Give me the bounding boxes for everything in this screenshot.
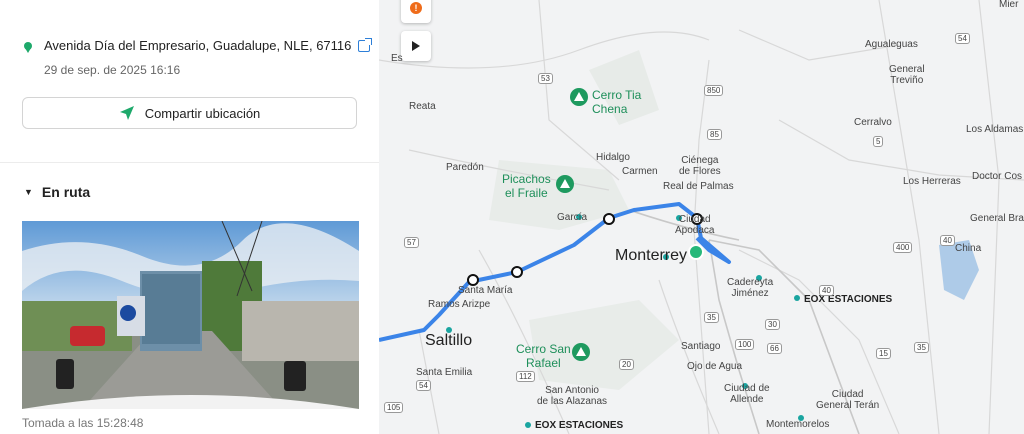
vehicle-position-marker[interactable] xyxy=(688,244,704,260)
map-label-general-trevino: General Treviño xyxy=(889,64,925,86)
road-shield: 54 xyxy=(416,380,431,391)
map-label-es: Es xyxy=(391,53,403,64)
map-label-monterrey: Monterrey xyxy=(615,247,688,264)
road-shield: 66 xyxy=(767,343,782,354)
map-label-los-aldamas: Los Aldamas xyxy=(966,124,1024,135)
road-shield: 54 xyxy=(955,33,970,44)
map-label-cerro-tia-chena: Cerro Tia Chena xyxy=(592,88,642,116)
location-date: 29 de sep. de 2025 16:16 xyxy=(44,63,181,77)
address-text: Avenida Día del Empresario, Guadalupe, N… xyxy=(44,38,352,53)
alert-button[interactable]: ! xyxy=(401,0,431,23)
road-shield: 30 xyxy=(765,319,780,330)
location-pin-icon xyxy=(24,41,32,53)
map-label-cienega-de-flores: Ciénega de Flores xyxy=(679,155,721,177)
route-section-title: En ruta xyxy=(41,184,91,200)
map-label-mier: Mier xyxy=(999,0,1019,10)
street-photo[interactable] xyxy=(22,221,359,409)
road-shield: 53 xyxy=(538,73,553,84)
play-button[interactable] xyxy=(401,31,431,61)
map-label-cadereyta: Cadereyta Jiménez xyxy=(727,277,774,299)
map-label-cerralvo: Cerralvo xyxy=(854,117,892,128)
map-label-china: China xyxy=(955,243,982,254)
map-label-eox-2: EOX ESTACIONES xyxy=(535,420,624,431)
map-label-ojo-de-agua: Ojo de Agua xyxy=(687,361,743,372)
map-label-garcia: García xyxy=(557,212,588,223)
route-stop-3[interactable] xyxy=(603,213,615,225)
road-shield: 850 xyxy=(704,85,724,96)
map-label-ciudad-de-allende: Ciudad de Allende xyxy=(724,383,770,405)
road-shield: 40 xyxy=(940,235,955,246)
share-location-label: Compartir ubicación xyxy=(144,105,261,121)
map-label-picachos: Picachos el Fraile xyxy=(502,172,551,200)
photo-taken-time: Tomada a las 15:28:48 xyxy=(22,416,144,430)
caret-down-icon: ▼ xyxy=(24,187,33,197)
map-label-reata: Reata xyxy=(409,101,436,112)
address-row: Avenida Día del Empresario, Guadalupe, N… xyxy=(24,37,373,53)
map-label-doctor-cos: Doctor Cos xyxy=(972,171,1023,182)
map-label-general-bravo: General Bravo xyxy=(970,213,1024,224)
map-label-montemorelos: Montemorelos xyxy=(766,419,830,430)
map-label-ciudad-apodaca: Ciudad Apodaca xyxy=(675,214,715,236)
map-label-saltillo: Saltillo xyxy=(425,332,473,349)
map-label-hidalgo: Hidalgo xyxy=(596,152,630,163)
open-external-icon[interactable] xyxy=(358,37,373,52)
road-shield: 5 xyxy=(873,136,884,147)
map-label-paredon: Paredón xyxy=(446,162,484,173)
route-stop-1[interactable] xyxy=(467,274,479,286)
map-label-ramos-arizpe: Ramos Arizpe xyxy=(428,299,491,310)
road-shield: 35 xyxy=(704,312,719,323)
map-label-santa-maria: Santa María xyxy=(458,285,513,296)
map-label-carmen: Carmen xyxy=(622,166,658,177)
divider xyxy=(0,162,379,163)
location-panel: Avenida Día del Empresario, Guadalupe, N… xyxy=(0,0,380,434)
road-shield: 100 xyxy=(735,339,755,350)
road-shield: 15 xyxy=(876,348,891,359)
route-stop-2[interactable] xyxy=(511,266,523,278)
road-shield: 57 xyxy=(404,237,419,248)
map-label-ciudad-general-teran: Ciudad General Terán xyxy=(816,389,880,411)
road-shield: 105 xyxy=(384,402,404,413)
map-label-san-antonio: San Antonio de las Alazanas xyxy=(537,385,608,407)
map-label-santa-emilia: Santa Emilia xyxy=(416,367,473,378)
map-label-real-de-palmas: Real de Palmas xyxy=(663,181,734,192)
road-shield: 20 xyxy=(619,359,634,370)
route-section-toggle[interactable]: ▼ En ruta xyxy=(24,184,90,200)
map-label-cerro-san-rafael: Cerro San Rafael xyxy=(516,342,571,370)
road-shield: 400 xyxy=(893,242,913,253)
road-shield: 35 xyxy=(914,342,929,353)
road-shield: 40 xyxy=(819,285,834,296)
play-icon xyxy=(412,41,420,51)
share-location-button[interactable]: Compartir ubicación xyxy=(22,97,357,129)
map-view[interactable]: ! Mier Es Agualeguas General Treviño Rea… xyxy=(379,0,1024,434)
map-label-eox-1: EOX ESTACIONES xyxy=(804,294,893,305)
map-label-agualeguas: Agualeguas xyxy=(865,39,918,50)
road-shield: 85 xyxy=(707,129,722,140)
alert-icon: ! xyxy=(410,2,422,14)
send-arrow-icon xyxy=(119,106,134,120)
map-label-los-herreras: Los Herreras xyxy=(903,176,961,187)
road-shield: 112 xyxy=(516,371,535,382)
map-label-santiago: Santiago xyxy=(681,341,721,352)
